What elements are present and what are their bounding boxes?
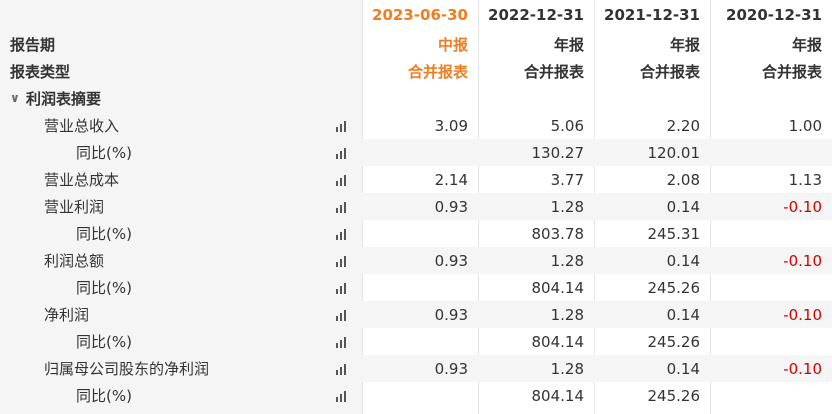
value-cell: 1.13 — [788, 170, 822, 189]
value-cell — [710, 220, 832, 247]
value-cell: 130.27 — [531, 143, 585, 162]
bar-chart-icon[interactable] — [336, 255, 350, 267]
period-value: 中报 — [437, 35, 468, 54]
bar-chart-icon[interactable] — [336, 390, 350, 402]
value-cell: 1.28 — [550, 197, 584, 216]
value-cell — [710, 382, 832, 409]
value-cell — [710, 274, 832, 301]
value-cell — [362, 328, 478, 355]
table-row: 同比(%) 803.78 245.31 — [0, 220, 832, 247]
date-header-2020-12-31[interactable]: 2020-12-31 — [710, 0, 832, 30]
value-cell: 0.14 — [666, 305, 700, 324]
value-cell: 245.26 — [647, 332, 701, 351]
period-value: 年报 — [553, 35, 584, 54]
period-value: 年报 — [669, 35, 700, 54]
value-cell: 120.01 — [647, 143, 701, 162]
value-cell: 0.93 — [434, 197, 468, 216]
value-cell: 1.28 — [550, 305, 584, 324]
value-cell: 0.14 — [666, 359, 700, 378]
table-row: 同比(%) 804.14 245.26 — [0, 382, 832, 409]
value-cell — [710, 328, 832, 355]
bar-chart-icon[interactable] — [336, 201, 350, 213]
section-toggle[interactable]: ∨ 利润表摘要 — [0, 84, 372, 112]
bar-chart-icon[interactable] — [336, 174, 350, 186]
table-row: 同比(%) 130.27 120.01 — [0, 139, 832, 166]
table-row: 归属母公司股东的净利润 0.93 1.28 0.14 -0.10 — [0, 355, 832, 382]
table-row: 利润总额 0.93 1.28 0.14 -0.10 — [0, 247, 832, 274]
header-row-period: 报告期 中报 年报 年报 年报 — [0, 30, 832, 58]
table-row: 营业利润 0.93 1.28 0.14 -0.10 — [0, 193, 832, 220]
period-label: 报告期 — [10, 35, 56, 54]
value-cell: 245.26 — [647, 386, 701, 405]
value-cell: 0.14 — [666, 197, 700, 216]
value-cell: 245.31 — [647, 224, 701, 243]
value-cell: 803.78 — [531, 224, 585, 243]
bar-chart-icon[interactable] — [336, 147, 350, 159]
table-row: 同比(%) 804.14 245.26 — [0, 274, 832, 301]
date-header-2023-06-30[interactable]: 2023-06-30 — [362, 0, 478, 30]
value-cell: -0.10 — [783, 359, 822, 378]
period-value: 年报 — [791, 35, 822, 54]
value-cell: 2.08 — [666, 170, 700, 189]
table-row: 净利润 0.93 1.28 0.14 -0.10 — [0, 301, 832, 328]
date-header-2022-12-31[interactable]: 2022-12-31 — [478, 0, 594, 30]
value-cell: 1.28 — [550, 251, 584, 270]
bar-chart-icon[interactable] — [336, 282, 350, 294]
financial-summary-table: 2023-06-30 2022-12-31 2021-12-31 2020-12… — [0, 0, 832, 414]
table-row: 同比(%) 804.14 245.26 — [0, 328, 832, 355]
report-type-value: 合并报表 — [761, 62, 822, 81]
value-cell: 0.93 — [434, 305, 468, 324]
bar-chart-icon[interactable] — [336, 120, 350, 132]
report-type-value: 合并报表 — [639, 62, 700, 81]
section-header-income-summary[interactable]: ∨ 利润表摘要 — [0, 84, 832, 112]
value-cell: 0.93 — [434, 359, 468, 378]
value-cell: -0.10 — [783, 305, 822, 324]
value-cell: 3.09 — [434, 116, 468, 135]
table-row: 营业总收入 3.09 5.06 2.20 1.00 — [0, 112, 832, 139]
value-cell: -0.10 — [783, 251, 822, 270]
value-cell: 3.77 — [550, 170, 584, 189]
value-cell — [362, 382, 478, 409]
value-cell: 0.14 — [666, 251, 700, 270]
value-cell: 2.14 — [434, 170, 468, 189]
date-header-2021-12-31[interactable]: 2021-12-31 — [594, 0, 710, 30]
value-cell: 1.00 — [788, 116, 822, 135]
value-cell: 804.14 — [531, 386, 585, 405]
bar-chart-icon[interactable] — [336, 363, 350, 375]
value-cell: 1.28 — [550, 359, 584, 378]
report-type-label: 报表类型 — [10, 62, 71, 81]
value-cell: 0.93 — [434, 251, 468, 270]
value-cell: 804.14 — [531, 332, 585, 351]
value-cell — [362, 274, 478, 301]
bar-chart-icon[interactable] — [336, 309, 350, 321]
value-cell — [710, 139, 832, 166]
value-cell: 2.20 — [666, 116, 700, 135]
value-cell: 804.14 — [531, 278, 585, 297]
header-row-report-type: 报表类型 合并报表 合并报表 合并报表 合并报表 — [0, 58, 832, 84]
table-row: 营业总成本 2.14 3.77 2.08 1.13 — [0, 166, 832, 193]
bar-chart-icon[interactable] — [336, 336, 350, 348]
value-cell: 245.26 — [647, 278, 701, 297]
header-row-dates: 2023-06-30 2022-12-31 2021-12-31 2020-12… — [0, 0, 832, 30]
value-cell — [362, 220, 478, 247]
bar-chart-icon[interactable] — [336, 228, 350, 240]
report-type-value: 合并报表 — [523, 62, 584, 81]
chevron-down-icon[interactable]: ∨ — [10, 91, 24, 105]
section-label: 利润表摘要 — [26, 89, 102, 108]
value-cell: 5.06 — [550, 116, 584, 135]
value-cell: -0.10 — [783, 197, 822, 216]
report-type-value: 合并报表 — [407, 62, 468, 81]
value-cell — [362, 139, 478, 166]
